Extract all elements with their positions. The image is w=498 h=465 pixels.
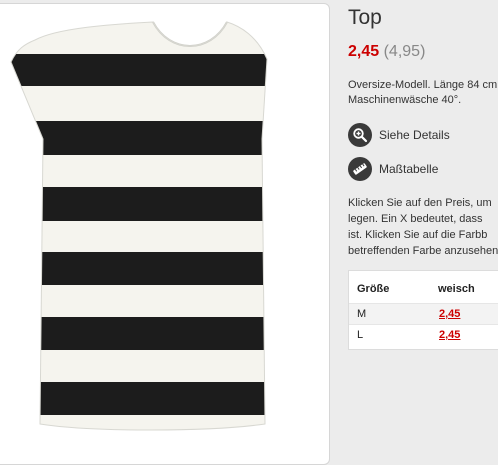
- magnifier-plus-icon: [348, 123, 372, 147]
- price-link[interactable]: 2,45: [439, 308, 460, 320]
- stripe: [11, 54, 267, 86]
- see-details-button[interactable]: Siehe Details: [348, 123, 450, 147]
- price-cell: 2,45: [438, 324, 498, 345]
- stripe: [11, 121, 267, 155]
- instruction-line: ist. Klicken Sie auf die Farbb: [348, 229, 488, 241]
- striped-top-image: [10, 21, 268, 431]
- description-line: Oversize-Modell. Länge 84 cm.: [348, 79, 498, 91]
- description-line: Maschinenwäsche 40°.: [348, 94, 462, 106]
- stripe: [11, 317, 267, 350]
- table-row: M 2,45: [349, 303, 498, 325]
- stripe: [11, 187, 267, 221]
- instruction-line: legen. Ein X bedeutet, dass: [348, 213, 483, 225]
- size-chart-button[interactable]: Maßtabelle: [348, 157, 438, 181]
- instruction-line: betreffenden Farbe anzusehen: [348, 245, 498, 257]
- table-row: L 2,45: [349, 324, 498, 345]
- product-info: Top 2,45 (4,95) Oversize-Modell. Länge 8…: [348, 0, 498, 447]
- price-link[interactable]: 2,45: [439, 329, 460, 341]
- order-instructions: Klicken Sie auf den Preis, um legen. Ein…: [348, 195, 498, 259]
- see-details-label: Siehe Details: [379, 128, 450, 142]
- product-image-panel: [0, 3, 330, 465]
- size-price-table: Größe weisch M 2,45 L 2,45: [348, 270, 498, 350]
- measuring-tape-icon: [348, 157, 372, 181]
- size-cell: M: [349, 303, 438, 325]
- price-cell: 2,45: [438, 303, 498, 325]
- original-price: (4,95): [383, 43, 426, 60]
- color-column-header: weisch: [438, 283, 475, 295]
- product-description: Oversize-Modell. Länge 84 cm. Maschinenw…: [348, 78, 498, 108]
- stripe: [11, 252, 267, 285]
- size-cell: L: [349, 324, 438, 345]
- product-title: Top: [348, 6, 382, 29]
- stripe: [11, 382, 267, 415]
- size-column-header: Größe: [357, 283, 390, 295]
- current-price: 2,45: [348, 43, 380, 60]
- price-row: 2,45 (4,95): [348, 43, 425, 61]
- size-chart-label: Maßtabelle: [379, 162, 439, 176]
- instruction-line: Klicken Sie auf den Preis, um: [348, 197, 492, 209]
